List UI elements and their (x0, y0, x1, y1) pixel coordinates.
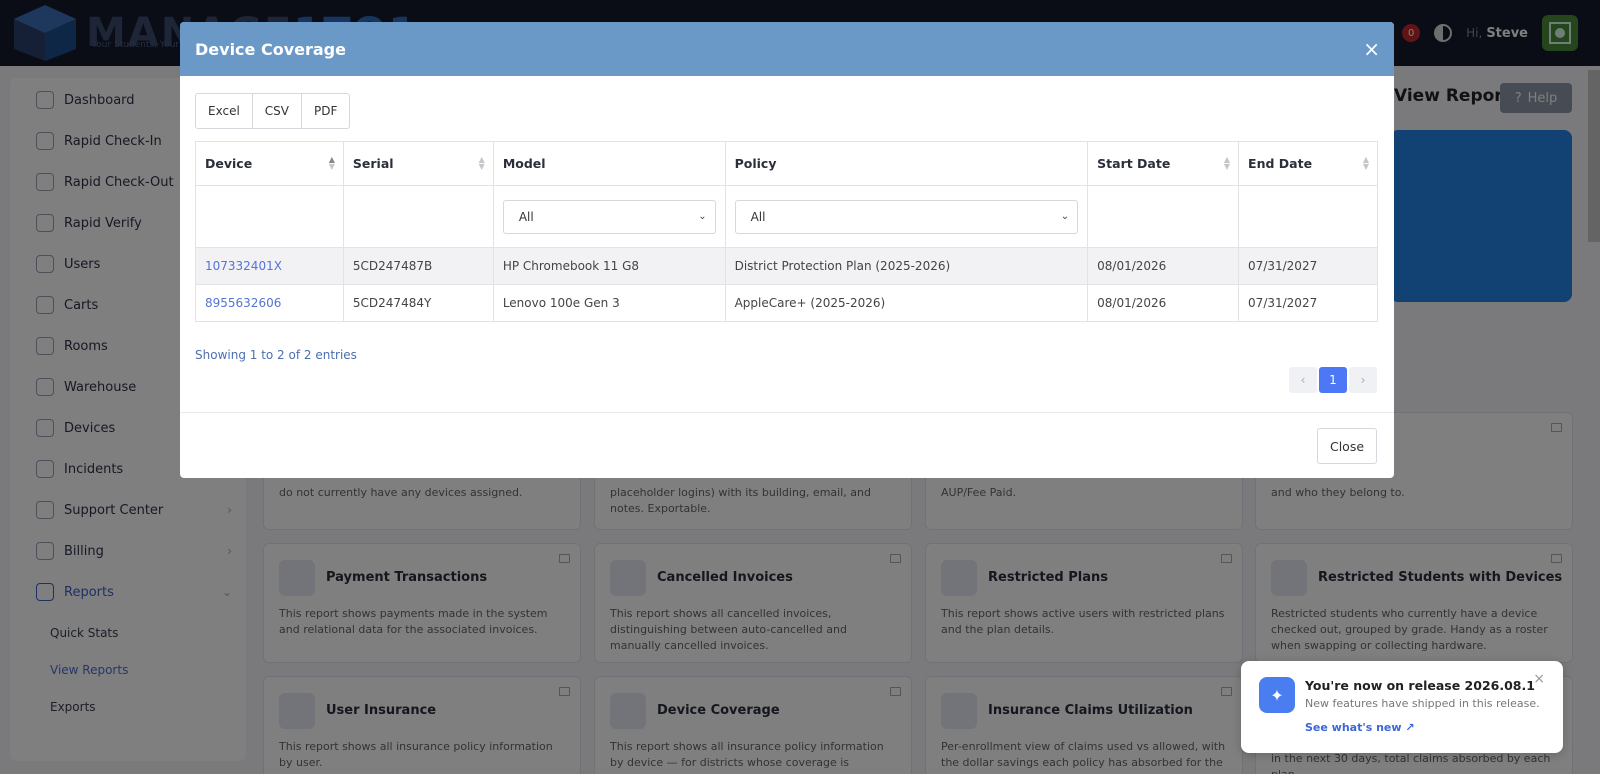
sparkle-icon: ✦ (1259, 677, 1295, 713)
export-pdf-button[interactable]: PDF (302, 94, 349, 128)
modal-title: Device Coverage (195, 39, 346, 59)
column-header-serial[interactable]: Serial ▲ ▼ (342, 141, 494, 186)
chevron-down-icon: ⌄ (1060, 210, 1070, 222)
column-header-model: Model (492, 141, 726, 186)
modal-header: Device Coverage × (180, 22, 1394, 76)
table-row: 8955632606 5CD247484Y Lenovo 100e Gen 3 … (195, 284, 1378, 322)
chevron-down-icon: ⌄ (698, 210, 707, 222)
export-csv-button[interactable]: CSV (253, 94, 303, 128)
close-icon[interactable]: × (1363, 39, 1380, 59)
column-header-policy: Policy (724, 141, 1089, 186)
sort-asc-icon: ▲ ▼ (328, 155, 335, 171)
export-button-group: Excel CSV PDF (195, 93, 351, 129)
toast-title: You're now on release 2026.08.1 (1305, 678, 1535, 693)
column-header-end-date[interactable]: End Date ▲ ▼ (1238, 141, 1378, 186)
export-excel-button[interactable]: Excel (196, 94, 253, 128)
sort-icon: ▲ ▼ (1362, 155, 1369, 171)
pagination-prev-button[interactable]: ‹ (1289, 367, 1317, 393)
model-filter-select[interactable]: All ⌄ (502, 199, 716, 234)
filter-row: All ⌄ All ⌄ (195, 185, 1378, 248)
table-info: Showing 1 to 2 of 2 entries (195, 348, 357, 362)
column-header-start-date[interactable]: Start Date ▲ ▼ (1087, 141, 1240, 186)
sort-icon: ▲ ▼ (478, 155, 485, 171)
device-coverage-table: Device ▲ ▼ Serial ▲ ▼ Model Policy Start Dat… (195, 141, 1378, 322)
close-button[interactable]: Close (1317, 428, 1377, 464)
pagination: ‹ 1 › (1289, 367, 1377, 393)
device-link[interactable]: 107332401X (205, 259, 282, 273)
release-toast: ✦ You're now on release 2026.08.1 New fe… (1241, 661, 1563, 753)
table-row: 107332401X 5CD247487B HP Chromebook 11 G… (195, 247, 1378, 285)
toast-subtitle: New features have shipped in this releas… (1305, 697, 1540, 710)
device-coverage-modal: Device Coverage × Excel CSV PDF Device ▲ ▼… (180, 22, 1394, 478)
see-whats-new-link[interactable]: See what's new ↗ (1305, 721, 1415, 734)
column-header-device[interactable]: Device ▲ ▼ (195, 141, 344, 186)
sort-icon: ▲ ▼ (1223, 155, 1231, 171)
policy-filter-select[interactable]: All ⌄ (734, 199, 1079, 234)
external-link-icon: ↗ (1405, 721, 1415, 734)
modal-footer-divider (180, 412, 1394, 413)
device-link[interactable]: 8955632606 (205, 296, 281, 310)
toast-close-icon[interactable]: × (1533, 671, 1545, 687)
pagination-page-button[interactable]: 1 (1319, 367, 1347, 393)
pagination-next-button[interactable]: › (1349, 367, 1377, 393)
